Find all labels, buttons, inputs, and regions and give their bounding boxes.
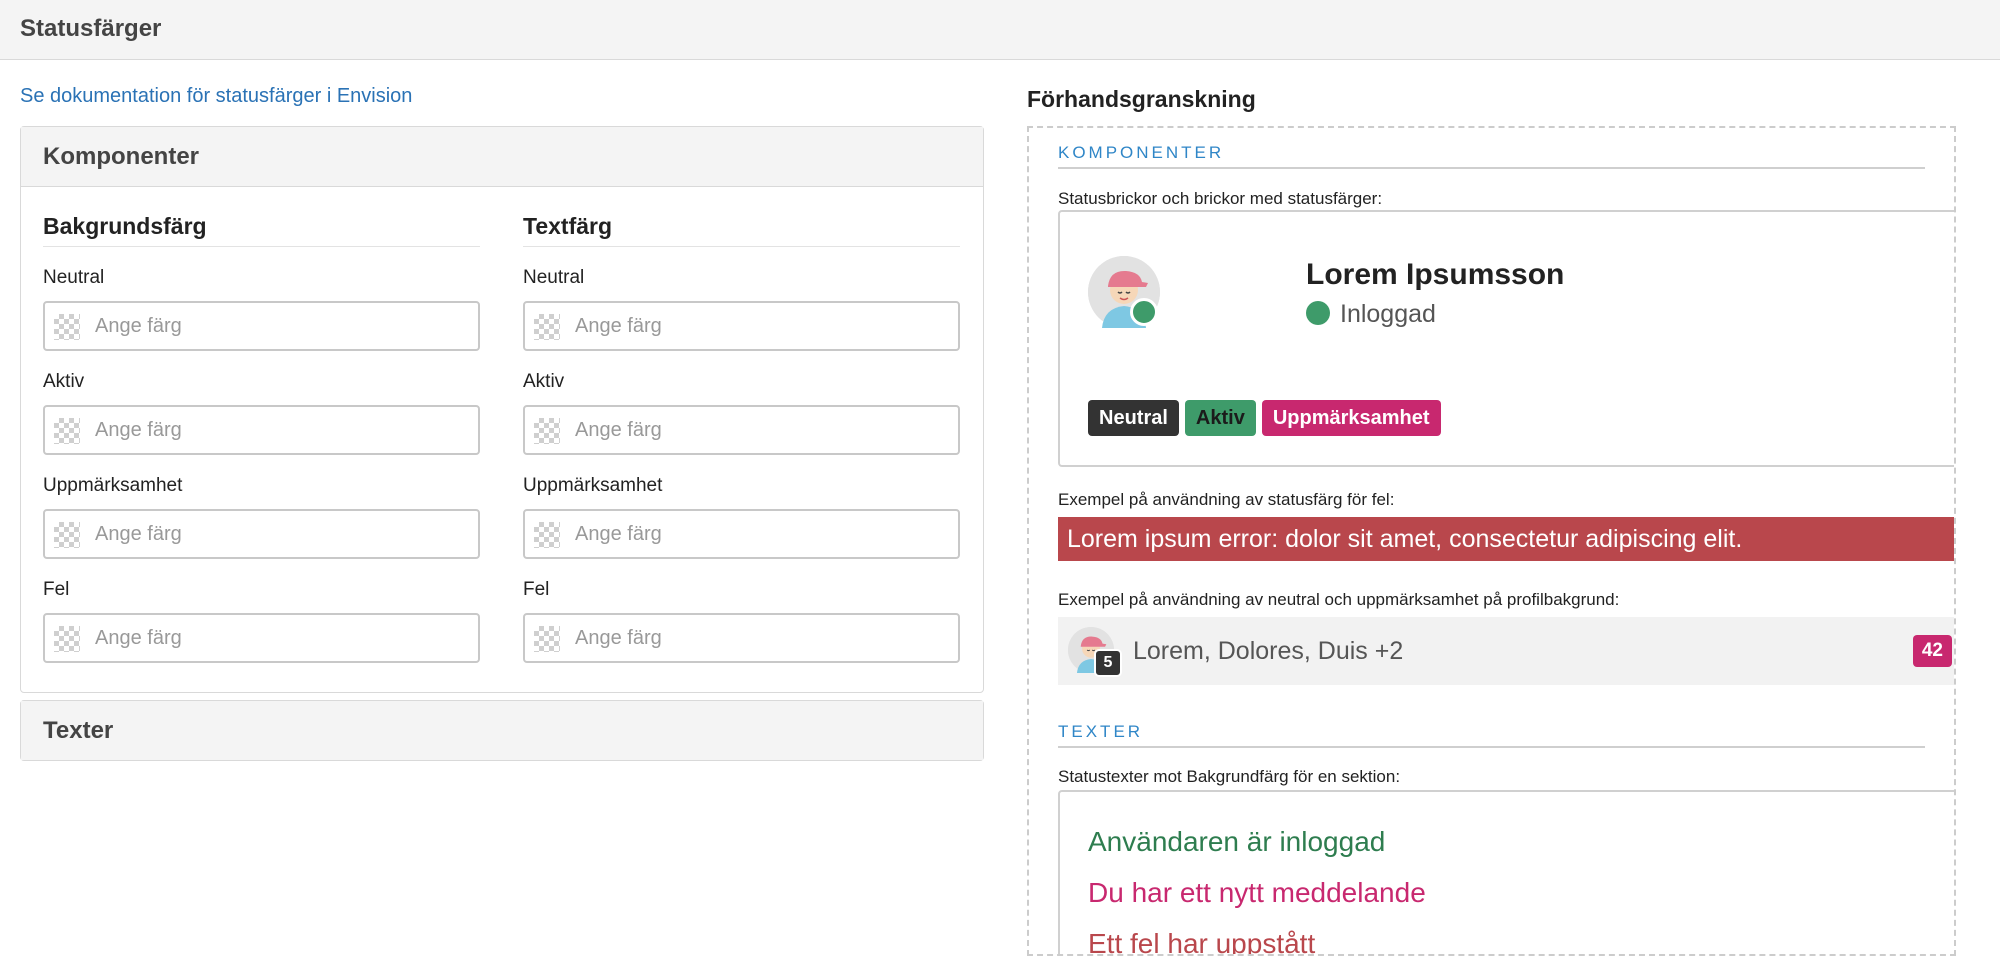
status-badges: Neutral Aktiv Uppmärksamhet [1088,400,1447,436]
status-text-error: Ett fel har uppstått [1088,928,1316,956]
badges-description: Statusbrickor och brickor med statusfärg… [1058,189,1383,208]
bg-attention-label: Uppmärksamhet [43,475,183,496]
bg-attention-input[interactable] [95,519,465,549]
text-error-field [523,613,960,663]
color-swatch-icon[interactable] [534,626,560,652]
user-status-text: Inloggad [1340,300,1436,328]
text-color-column: Textfärg Neutral Aktiv Uppmärksamhet Fel [523,213,960,663]
preview-texts-heading: TEXTER [1058,722,1925,748]
user-card: Lorem Ipsumsson Inloggad Neutral Aktiv Upp… [1058,210,1954,467]
status-texts-card: Användaren är inloggad Du har ett nytt m… [1058,790,1954,956]
text-neutral-input[interactable] [575,311,945,341]
text-attention-input[interactable] [575,519,945,549]
texts-panel-title: Texter [43,717,114,744]
bg-active-field [43,405,480,455]
bg-error-label: Fel [43,579,70,600]
texts-panel: Texter [20,700,984,761]
components-panel-title: Komponenter [43,143,199,170]
bg-neutral-input[interactable] [95,311,465,341]
bg-attention-field [43,509,480,559]
texts-panel-header[interactable]: Texter [21,701,983,760]
text-attention-field [523,509,960,559]
components-panel-header[interactable]: Komponenter [21,127,983,187]
color-swatch-icon[interactable] [54,418,80,444]
text-active-field [523,405,960,455]
color-swatch-icon[interactable] [54,522,80,548]
color-swatch-icon[interactable] [534,314,560,340]
online-status-dot [1130,298,1158,326]
bg-active-input[interactable] [95,415,465,445]
color-swatch-icon[interactable] [54,314,80,340]
status-text-attention: Du har ett nytt meddelande [1088,877,1426,908]
background-color-column: Bakgrundsfärg Neutral Aktiv Uppmärksamhe… [43,213,480,663]
profile-bar: 5 Lorem, Dolores, Duis +2 42 [1058,617,1954,685]
bg-error-field [43,613,480,663]
neutral-count-badge: 5 [1094,649,1122,677]
user-name: Lorem Ipsumsson [1306,258,1565,291]
attention-badge: Uppmärksamhet [1261,400,1441,436]
color-swatch-icon[interactable] [54,626,80,652]
text-active-label: Aktiv [523,371,565,392]
text-neutral-label: Neutral [523,267,585,288]
status-texts-description: Statustexter mot Bakgrundfärg för en sek… [1058,767,1401,786]
color-swatch-icon[interactable] [534,418,560,444]
text-error-input[interactable] [575,623,945,653]
preview-components-heading: KOMPONENTER [1058,143,1925,169]
profile-names: Lorem, Dolores, Duis +2 [1133,637,1404,665]
neutral-badge: Neutral [1088,400,1179,436]
text-active-input[interactable] [575,415,945,445]
components-panel: Komponenter Bakgrundsfärg Neutral Aktiv … [20,126,984,693]
bg-neutral-label: Neutral [43,267,105,288]
profile-description: Exempel på användning av neutral och upp… [1058,590,1620,609]
text-error-label: Fel [523,579,550,600]
text-attention-label: Uppmärksamhet [523,475,663,496]
bg-active-label: Aktiv [43,371,85,392]
bg-neutral-field [43,301,480,351]
text-neutral-field [523,301,960,351]
error-banner: Lorem ipsum error: dolor sit amet, conse… [1058,517,1954,561]
background-color-heading: Bakgrundsfärg [43,213,480,247]
preview-area: KOMPONENTER Statusbrickor och brickor me… [1027,126,1956,956]
status-text-active: Användaren är inloggad [1088,826,1386,857]
active-badge: Aktiv [1184,400,1256,436]
page-title: Statusfärger [20,15,162,42]
error-description: Exempel på användning av statusfärg för … [1058,490,1395,509]
user-status: Inloggad [1306,300,1436,329]
preview-title: Förhandsgranskning [1027,86,1256,112]
status-dot-icon [1306,301,1330,325]
top-bar: Statusfärger [0,0,2000,60]
text-color-heading: Textfärg [523,213,960,247]
attention-count-badge: 42 [1912,635,1952,667]
bg-error-input[interactable] [95,623,465,653]
documentation-link[interactable]: Se dokumentation för statusfärger i Envi… [20,85,412,108]
color-swatch-icon[interactable] [534,522,560,548]
